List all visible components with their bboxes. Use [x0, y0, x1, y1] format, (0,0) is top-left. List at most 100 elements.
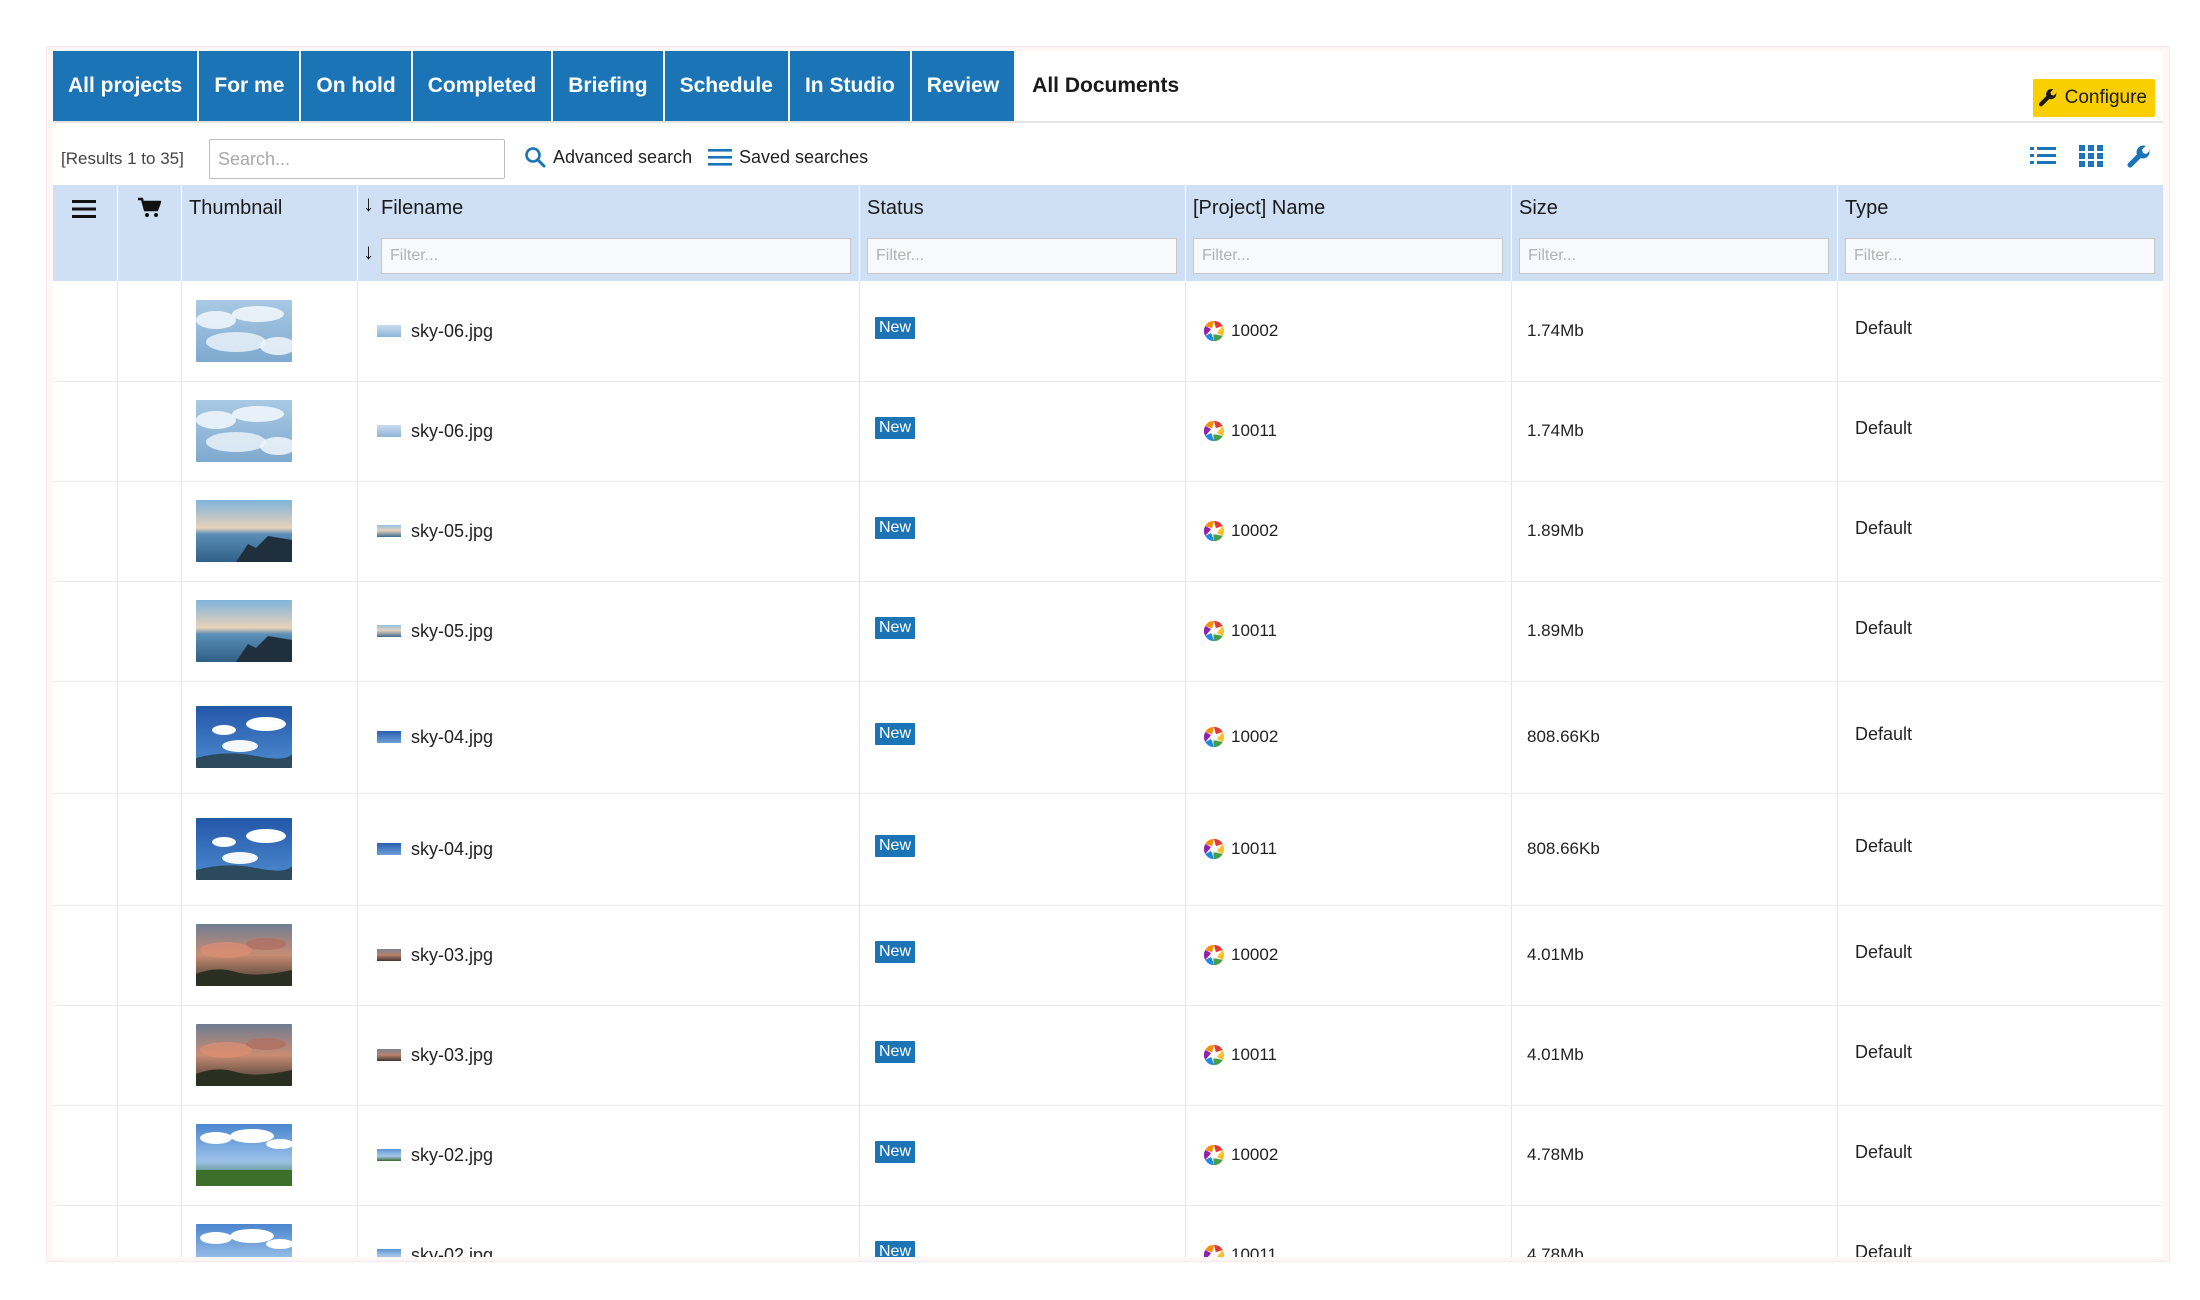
project-name-text[interactable]: 10011: [1231, 621, 1277, 641]
status-header-label[interactable]: Status: [867, 197, 924, 220]
filename-link[interactable]: sky-02.jpg: [377, 1245, 493, 1258]
thumbnail-image[interactable]: [196, 706, 292, 768]
filename-link[interactable]: sky-06.jpg: [377, 321, 493, 342]
filename-filter-input[interactable]: [381, 238, 851, 274]
project-link[interactable]: 10011: [1203, 1244, 1277, 1257]
list-view-icon[interactable]: [2029, 143, 2057, 169]
project-link[interactable]: 10002: [1203, 1144, 1278, 1166]
filename-text[interactable]: sky-03.jpg: [411, 945, 493, 966]
status-badge[interactable]: New: [875, 1241, 916, 1257]
thumbnail-image[interactable]: [196, 1024, 292, 1086]
saved-searches-link[interactable]: Saved searches: [707, 145, 868, 169]
filename-column-header[interactable]: ↓ Filename ↓: [357, 185, 859, 281]
filename-text[interactable]: sky-04.jpg: [411, 727, 493, 748]
table-row[interactable]: sky-02.jpg New 10002 4.78Mb Default: [53, 1105, 2163, 1206]
status-badge[interactable]: New: [875, 1141, 916, 1163]
project-link[interactable]: 10011: [1203, 420, 1277, 442]
type-column-header[interactable]: Type: [1837, 185, 2163, 281]
filename-text[interactable]: sky-05.jpg: [411, 521, 493, 542]
cart-icon[interactable]: [137, 197, 161, 219]
size-header-label[interactable]: Size: [1519, 197, 1558, 220]
filename-link[interactable]: sky-02.jpg: [377, 1145, 493, 1166]
filename-text[interactable]: sky-03.jpg: [411, 1045, 493, 1066]
table-row[interactable]: sky-03.jpg New 10002 4.01Mb Default: [53, 905, 2163, 1006]
table-row[interactable]: sky-04.jpg New 10011 808.66Kb Default: [53, 793, 2163, 906]
status-badge[interactable]: New: [875, 1041, 916, 1063]
filename-link[interactable]: sky-06.jpg: [377, 421, 493, 442]
project-link[interactable]: 10002: [1203, 726, 1278, 748]
status-badge[interactable]: New: [875, 317, 916, 339]
thumbnail-image[interactable]: [196, 600, 292, 662]
project-link[interactable]: 10002: [1203, 520, 1278, 542]
table-row[interactable]: sky-04.jpg New 10002 808.66Kb Default: [53, 681, 2163, 794]
thumbnail-image[interactable]: [196, 400, 292, 462]
search-input[interactable]: [209, 139, 505, 179]
advanced-search-link[interactable]: Advanced search: [523, 145, 692, 169]
size-filter-input[interactable]: [1519, 238, 1829, 274]
project-name-text[interactable]: 10011: [1231, 1245, 1277, 1257]
sort-arrow-icon[interactable]: ↓: [363, 191, 374, 217]
filename-link[interactable]: sky-05.jpg: [377, 621, 493, 642]
filename-text[interactable]: sky-06.jpg: [411, 421, 493, 442]
status-badge[interactable]: New: [875, 723, 916, 745]
configure-button[interactable]: Configure: [2032, 79, 2155, 117]
project-name-text[interactable]: 10011: [1231, 839, 1277, 859]
tab-review[interactable]: Review: [911, 51, 1017, 121]
project-name-column-header[interactable]: [Project] Name: [1185, 185, 1511, 281]
project-link[interactable]: 10002: [1203, 320, 1278, 342]
tab-all-projects[interactable]: All projects: [53, 51, 200, 121]
table-row[interactable]: sky-06.jpg New 10011 1.74Mb Default: [53, 381, 2163, 482]
status-badge[interactable]: New: [875, 835, 916, 857]
tab-all-documents[interactable]: All Documents: [1016, 51, 1196, 121]
project-name-text[interactable]: 10002: [1231, 945, 1278, 965]
table-row[interactable]: sky-06.jpg New 10002 1.74Mb Default: [53, 281, 2163, 382]
type-header-label[interactable]: Type: [1845, 197, 1888, 220]
type-filter-input[interactable]: [1845, 238, 2155, 274]
filename-link[interactable]: sky-03.jpg: [377, 945, 493, 966]
status-filter-input[interactable]: [867, 238, 1177, 274]
project-link[interactable]: 10002: [1203, 944, 1278, 966]
project-name-text[interactable]: 10002: [1231, 321, 1278, 341]
project-name-text[interactable]: 10011: [1231, 421, 1277, 441]
project-link[interactable]: 10011: [1203, 1044, 1277, 1066]
thumbnail-image[interactable]: [196, 300, 292, 362]
thumbnail-image[interactable]: [196, 818, 292, 880]
settings-wrench-icon[interactable]: [2125, 143, 2153, 171]
tab-for-me[interactable]: For me: [199, 51, 302, 121]
tab-briefing[interactable]: Briefing: [553, 51, 665, 121]
project-name-text[interactable]: 10011: [1231, 1045, 1277, 1065]
table-row[interactable]: sky-02.jpg New 10011 4.78Mb Default: [53, 1205, 2163, 1257]
filename-link[interactable]: sky-05.jpg: [377, 521, 493, 542]
size-column-header[interactable]: Size: [1511, 185, 1837, 281]
status-badge[interactable]: New: [875, 617, 916, 639]
filename-header-label[interactable]: Filename: [381, 197, 463, 220]
filename-link[interactable]: sky-03.jpg: [377, 1045, 493, 1066]
filename-link[interactable]: sky-04.jpg: [377, 839, 493, 860]
thumbnail-image[interactable]: [196, 500, 292, 562]
tab-schedule[interactable]: Schedule: [664, 51, 790, 121]
project-name-text[interactable]: 10002: [1231, 727, 1278, 747]
status-badge[interactable]: New: [875, 417, 916, 439]
table-row[interactable]: sky-05.jpg New 10002 1.89Mb Default: [53, 481, 2163, 582]
filter-sort-arrow-icon[interactable]: ↓: [363, 239, 374, 265]
filename-text[interactable]: sky-02.jpg: [411, 1245, 493, 1258]
menu-icon[interactable]: [71, 197, 97, 221]
table-row[interactable]: sky-05.jpg New 10011 1.89Mb Default: [53, 581, 2163, 682]
thumbnail-image[interactable]: [196, 924, 292, 986]
project-name-header-label[interactable]: [Project] Name: [1193, 197, 1325, 220]
status-column-header[interactable]: Status: [859, 185, 1185, 281]
thumbnail-image[interactable]: [196, 1224, 292, 1257]
filename-text[interactable]: sky-05.jpg: [411, 621, 493, 642]
status-badge[interactable]: New: [875, 941, 916, 963]
table-row[interactable]: sky-03.jpg New 10011 4.01Mb Default: [53, 1005, 2163, 1106]
thumbnail-image[interactable]: [196, 1124, 292, 1186]
project-link[interactable]: 10011: [1203, 838, 1277, 860]
tab-completed[interactable]: Completed: [412, 51, 554, 121]
project-name-text[interactable]: 10002: [1231, 1145, 1278, 1165]
filename-link[interactable]: sky-04.jpg: [377, 727, 493, 748]
grid-view-icon[interactable]: [2077, 143, 2105, 169]
status-badge[interactable]: New: [875, 517, 916, 539]
project-link[interactable]: 10011: [1203, 620, 1277, 642]
tab-on-hold[interactable]: On hold: [301, 51, 413, 121]
tab-in-studio[interactable]: In Studio: [789, 51, 912, 121]
